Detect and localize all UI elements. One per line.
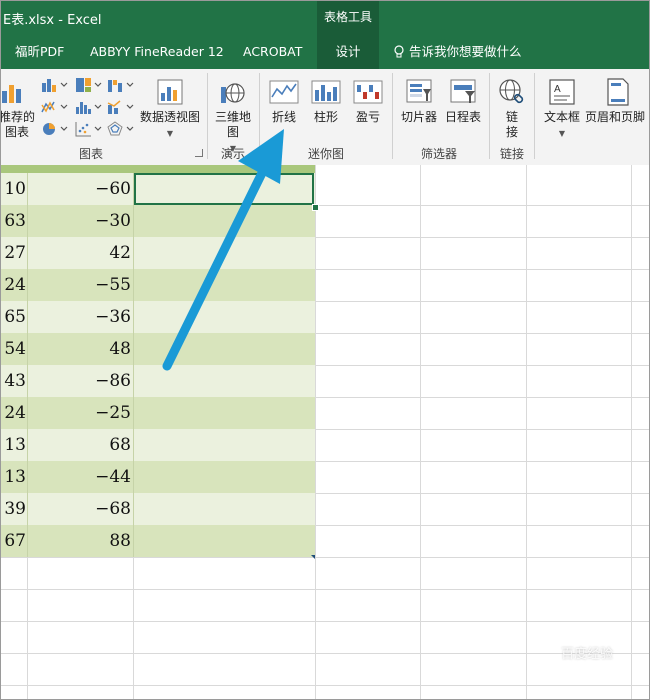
annotation-arrow bbox=[162, 129, 284, 371]
excel-window: E表.xlsx - Excel 表格工具 福昕PDF ABBYY FineRea… bbox=[0, 0, 650, 700]
arrow-shaft bbox=[162, 166, 268, 371]
